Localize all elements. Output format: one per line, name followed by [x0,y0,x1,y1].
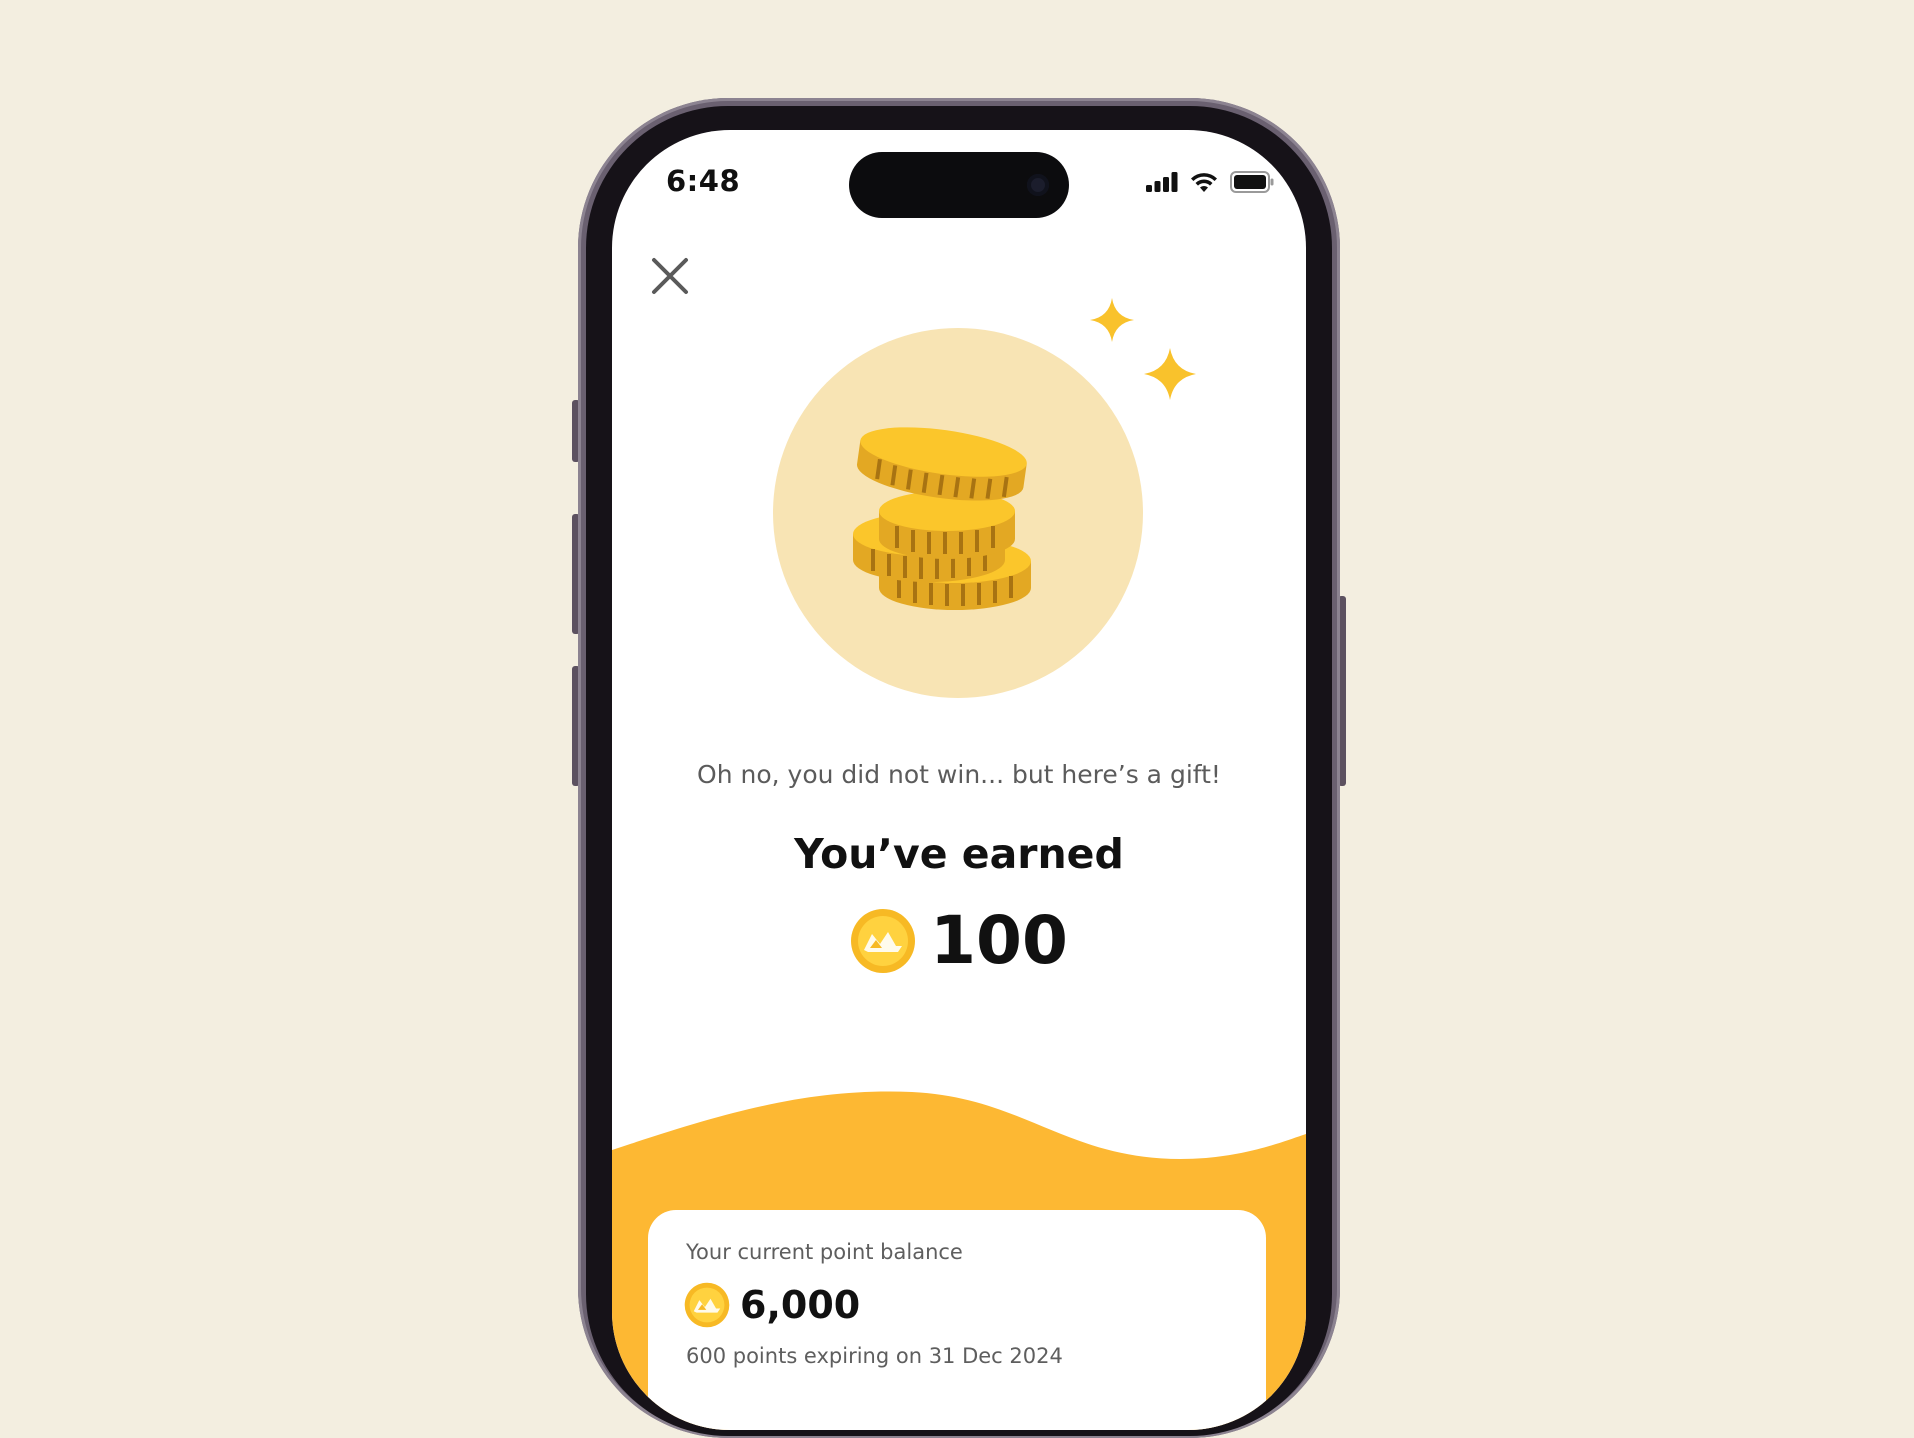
balance-amount: 6,000 [740,1283,861,1327]
close-icon [652,258,688,294]
points-expiry: 600 points expiring on 31 Dec 2024 [686,1344,1063,1368]
dynamic-island [849,152,1069,218]
status-time: 6:48 [666,164,741,198]
reward-subtitle: Oh no, you did not win... but here’s a g… [697,760,1221,789]
coins-illustration [853,427,1031,610]
phone-screen: 6:48 Oh no, you did not win... but here’… [612,130,1306,1430]
close-button[interactable] [648,254,692,298]
balance-row: 6,000 [684,1282,860,1328]
battery-icon [1230,171,1274,193]
status-icons [1146,171,1274,193]
point-coin-icon [851,908,916,973]
reward-headline: You’ve earned [794,830,1124,878]
balance-label: Your current point balance [686,1240,963,1264]
point-coin-icon [684,1282,730,1328]
sparkle-icon [1090,298,1196,400]
earned-points: 100 [612,902,1306,979]
signal-icon [1146,172,1178,192]
camera-icon [1027,174,1049,196]
wifi-icon [1191,172,1217,192]
balance-card: Your current point balance 6,000 600 poi… [648,1210,1266,1430]
earned-amount: 100 [930,902,1068,979]
